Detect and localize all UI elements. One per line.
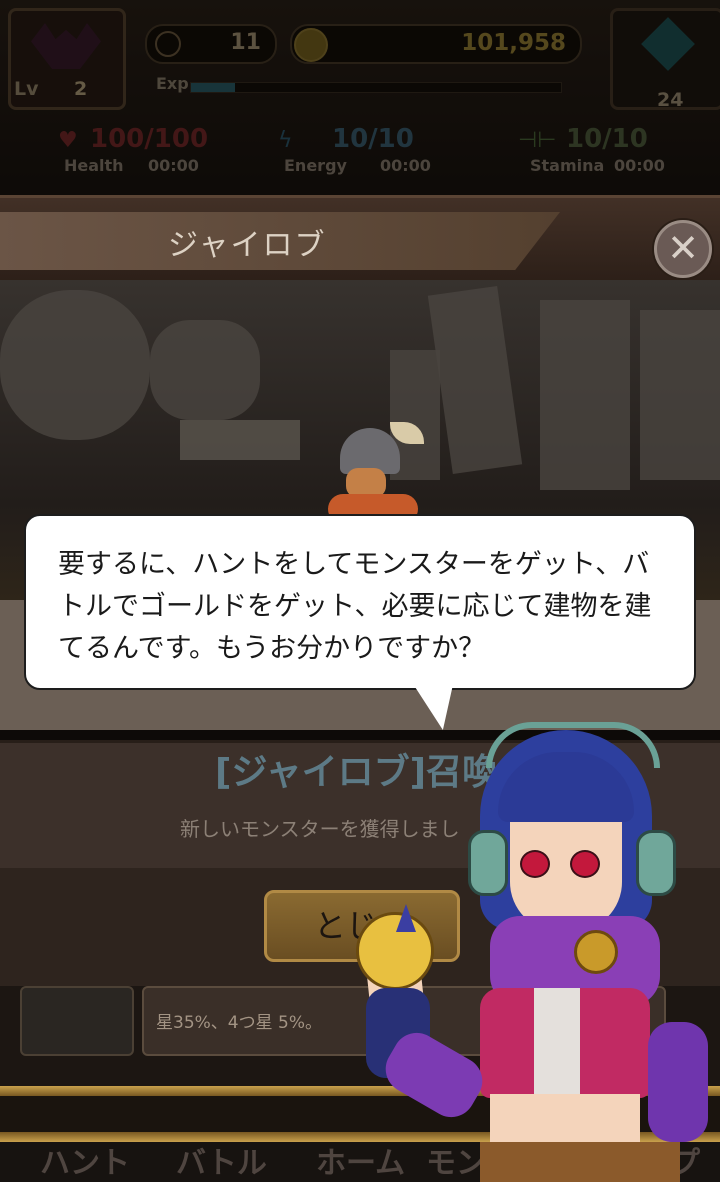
close-x-button[interactable]: ✕ [654,220,712,278]
nav-hunt[interactable]: ハント [40,1138,130,1182]
modal-title: ジャイロブ [168,228,327,263]
rubble [180,420,300,460]
top-hud: Lv 2 11 101,958 Exp 24 ♥ 100/100 Health … [0,0,720,195]
stone-statue [0,290,150,440]
character-belt [480,1142,680,1182]
info-text: 星35%、4つ星 5%。 [156,1013,322,1033]
character-eye [520,850,550,878]
hud-dim-overlay [0,0,720,195]
modal-header: ジャイロブ ✕ [0,195,720,285]
nav-battle[interactable]: バトル [176,1138,267,1182]
monster-ball-icon [356,912,434,990]
stone-tower [640,310,720,480]
monster-thumbnail [20,986,134,1056]
headphone-icon [468,830,508,896]
headphone-icon [636,830,676,896]
stone-statue [150,320,260,420]
navigator-character [330,722,720,1182]
stone-tower [540,300,630,490]
viking-monster [328,422,424,524]
dialog-text: 要するに、ハントをしてモンスターをゲット、バトルでゴールドをゲット、必要に応じて… [58,549,652,664]
close-icon: ✕ [667,226,699,270]
stone-tower [427,286,523,474]
speech-bubble[interactable]: 要するに、ハントをしてモンスターをゲット、バトルでゴールドをゲット、必要に応じて… [24,514,696,690]
character-eye [570,850,600,878]
badge-icon [574,930,618,974]
